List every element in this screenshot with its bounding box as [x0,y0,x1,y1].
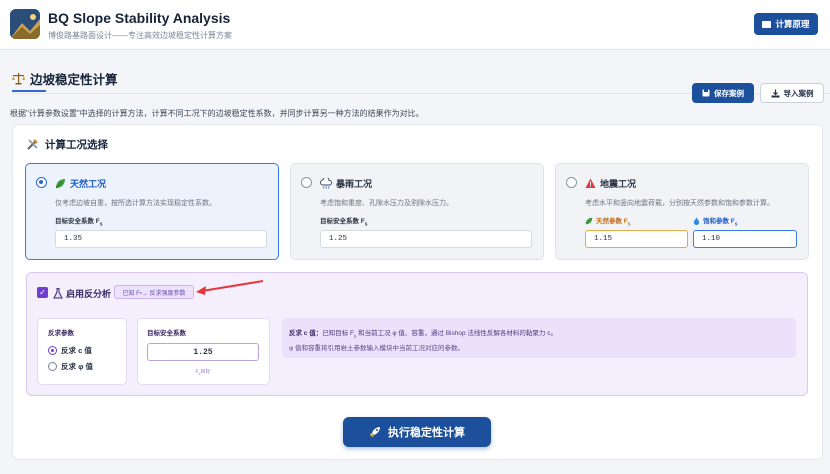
calc-principle-button[interactable]: 计算原理 [754,13,818,35]
inverse-title: 启用反分析 [53,287,111,300]
earthquake-radio[interactable] [566,177,577,188]
scale-icon [12,73,25,85]
natural-desc: 仅考虑边坡自重，按所选计算方法实现稳定性系数。 [55,200,216,207]
app-header: BQ Slope Stability Analysis 博俊路基路面设计——专注… [0,0,830,50]
leaf-icon [585,217,593,225]
earthquake-natural-input[interactable]: 1.15 [585,230,688,248]
condition-card-title-text: 计算工况选择 [45,139,108,151]
inverse-param-label: 反求参数 [48,330,74,337]
inverse-phi-radio[interactable] [48,362,57,371]
inverse-info-line1: 反求 c 值：已知目标 Fs 和当前工况 φ 值、容重，通过 Bishop 法线… [289,330,557,339]
condition-option-earthquake[interactable]: 地震工况 考虑水平和竖向地震荷载，分别按天然参数和饱和参数计算。 天然参数 Fs… [555,163,809,260]
natural-target-label: 目标安全系数 Fs [55,218,103,228]
rainstorm-target-label: 目标安全系数 Fs [320,218,368,228]
section-underline [12,90,46,92]
earthquake-saturated-input[interactable]: 1.10 [693,230,797,248]
inverse-c-option[interactable]: 反求 c 值 [48,345,92,356]
inverse-info-line2: φ 值和容重将引用岩土参数输入模块中当前工况对应的参数。 [289,345,465,352]
condition-option-rainstorm[interactable]: 暴雨工况 考虑饱和重度、孔隙水压力及割隙水压力。 目标安全系数 Fs 1.25 [290,163,544,260]
import-case-label: 导入案例 [783,88,814,98]
save-case-label: 保存案例 [714,88,744,98]
natural-target-input[interactable]: 1.35 [55,230,267,248]
condition-card-title: 计算工况选择 [26,137,108,152]
rainstorm-target-input[interactable]: 1.25 [320,230,532,248]
inverse-info-box: 反求 c 值：已知目标 Fs 和当前工况 φ 值、容重，通过 Bishop 法线… [282,318,796,358]
save-icon [702,89,710,97]
earthquake-title: 地震工况 [585,177,636,190]
rainstorm-radio[interactable] [301,177,312,188]
inverse-target-input[interactable]: 1.25 [147,343,259,361]
inverse-c-radio[interactable] [48,346,57,355]
natural-radio[interactable] [36,177,47,188]
book-icon [762,20,772,28]
inverse-enable-checkbox[interactable]: ✓ [37,287,48,298]
inverse-phi-option[interactable]: 反求 φ 值 [48,361,93,372]
run-calculation-label: 执行稳定性计算 [388,427,465,439]
tools-icon [27,139,38,150]
inverse-badge: 已知 Fs → 反求强度参数 [114,285,194,299]
import-icon [771,89,779,97]
rocket-icon [370,427,380,437]
section-description: 根据"计算参数设置"中选择的计算方法，计算不同工况下的边坡稳定性系数，并同步计算… [10,109,424,118]
rainstorm-title: 暴雨工况 [320,177,372,190]
inverse-target-label: 目标安全系数 [147,330,186,337]
condition-option-natural[interactable]: 天然工况 仅考虑边坡自重，按所选计算方法实现稳定性系数。 目标安全系数 Fs 1… [25,163,279,260]
section-title-text: 边坡稳定性计算 [30,73,118,87]
water-drop-icon [693,217,700,226]
earthquake-saturated-label: 饱和参数 Fs [693,215,738,227]
app-logo [10,9,40,39]
app-subtitle: 博俊路基路面设计——专注高效边坡稳定性计算方案 [48,31,232,40]
flask-icon [53,288,63,299]
rain-cloud-icon [320,178,332,189]
earthquake-desc: 考虑水平和竖向地震荷载，分别按天然参数和饱和参数计算。 [585,200,774,207]
warning-icon [585,178,596,188]
save-case-button[interactable]: 保存案例 [692,83,754,103]
rainstorm-desc: 考虑饱和重度、孔隙水压力及割隙水压力。 [320,200,453,207]
inverse-target-hint: Fs目标 [195,369,211,376]
app-title: BQ Slope Stability Analysis [48,10,231,26]
calc-principle-label: 计算原理 [775,19,810,29]
section-title: 边坡稳定性计算 [12,69,118,88]
earthquake-natural-label: 天然参数 Fs [585,215,631,227]
import-case-button[interactable]: 导入案例 [760,83,824,103]
leaf-icon [55,179,65,189]
run-calculation-button[interactable]: 执行稳定性计算 [343,417,491,447]
natural-title: 天然工况 [55,177,106,190]
